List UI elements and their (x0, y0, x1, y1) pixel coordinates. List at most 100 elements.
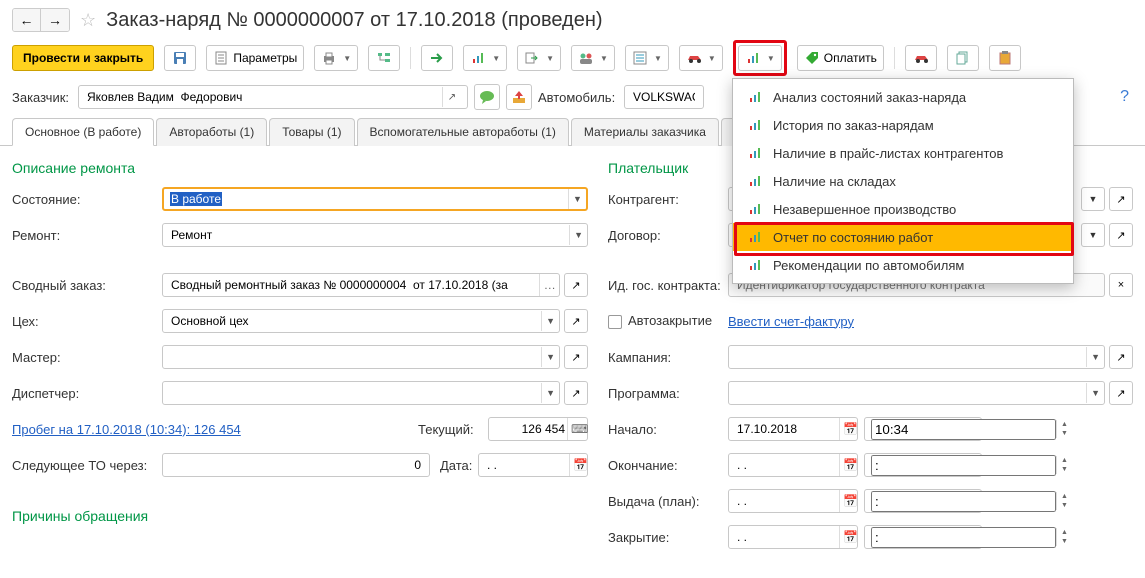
master-field[interactable]: ▼ (162, 345, 560, 369)
chart1-button[interactable]: ▼ (463, 45, 507, 71)
chevron-down-icon[interactable]: ▼ (541, 311, 559, 331)
calendar-icon[interactable]: 📅 (839, 490, 857, 512)
tab-aux[interactable]: Вспомогательные автоработы (1) (357, 118, 569, 146)
autoclose-label: Автозакрытие (628, 313, 712, 328)
close-time-field[interactable]: ▲▼ (864, 525, 982, 549)
open-ext-button[interactable]: ↗ (564, 345, 588, 369)
clear-button[interactable]: × (1109, 273, 1133, 297)
open-ext-button[interactable]: ↗ (1109, 223, 1133, 247)
chevron-down-icon[interactable]: ▼ (569, 225, 587, 245)
end-date-field[interactable]: 📅 (728, 453, 858, 477)
close-date-field[interactable]: 📅 (728, 525, 858, 549)
customer-field[interactable]: ↗ (78, 85, 468, 109)
open-ext-button[interactable]: ↗ (564, 309, 588, 333)
chevron-down-icon[interactable]: ▼ (568, 189, 586, 209)
repair-field[interactable]: ▼ (162, 223, 588, 247)
upload-button[interactable] (506, 84, 532, 110)
tab-main[interactable]: Основное (В работе) (12, 118, 154, 146)
autoclose-checkbox[interactable] (608, 315, 622, 329)
car-field[interactable] (624, 85, 704, 109)
printer-icon (321, 50, 337, 66)
open-icon[interactable]: ↗ (442, 87, 461, 107)
menu-item-5[interactable]: Отчет по состоянию работ (733, 223, 1073, 251)
ellipsis-icon[interactable]: … (539, 274, 559, 296)
reports-button-highlight: ▼ (733, 40, 787, 76)
chevron-down-icon[interactable]: ▼ (1086, 383, 1104, 403)
msg-button[interactable] (474, 84, 500, 110)
program-field[interactable]: ▼ (728, 381, 1105, 405)
end-label: Окончание: (608, 458, 728, 473)
pay-label: Оплатить (824, 51, 877, 65)
doc-send-button[interactable]: ▼ (517, 45, 561, 71)
calendar-icon[interactable]: 📅 (839, 418, 857, 440)
post-and-close-button[interactable]: Провести и закрыть (12, 45, 154, 71)
users-button[interactable]: ▼ (571, 45, 615, 71)
pay-button[interactable]: Оплатить (797, 45, 884, 71)
tab-goods[interactable]: Товары (1) (269, 118, 354, 146)
tab-materials[interactable]: Материалы заказчика (571, 118, 719, 146)
state-field[interactable]: В работе ▼ (162, 187, 588, 211)
open-ext-button[interactable]: ↗ (564, 273, 588, 297)
customer-input[interactable] (85, 89, 442, 105)
next-to-field[interactable] (162, 453, 430, 477)
open-ext-button[interactable]: ↗ (1109, 187, 1133, 211)
arrow-right-button[interactable] (421, 45, 453, 71)
current-field[interactable]: ⌨ (488, 417, 588, 441)
invoice-link[interactable]: Ввести счет-фактуру (728, 314, 854, 329)
calculator-icon[interactable]: ⌨ (567, 418, 587, 440)
spinner-icon[interactable]: ▲▼ (1056, 420, 1072, 438)
favorite-icon[interactable]: ☆ (80, 10, 96, 31)
tab-works[interactable]: Авторaботы (1) (156, 118, 267, 146)
menu-item-0[interactable]: Анализ состояний заказ-наряда (733, 83, 1073, 111)
summary-field[interactable]: … (162, 273, 560, 297)
car-button[interactable]: ▼ (679, 45, 723, 71)
menu-item-1[interactable]: История по заказ-нарядам (733, 111, 1073, 139)
contract-dd[interactable]: ▼ (1081, 223, 1105, 247)
open-ext-button[interactable]: ↗ (1109, 345, 1133, 369)
calendar-icon[interactable]: 📅 (569, 454, 587, 476)
spinner-icon[interactable]: ▲▼ (1056, 456, 1072, 474)
chevron-down-icon[interactable]: ▼ (541, 383, 559, 403)
workshop-field[interactable]: ▼ (162, 309, 560, 333)
campaign-field[interactable]: ▼ (728, 345, 1105, 369)
help-icon[interactable]: ? (1120, 88, 1129, 106)
nav-forward-button[interactable]: → (41, 9, 69, 31)
open-ext-button[interactable]: ↗ (1109, 381, 1133, 405)
menu-item-6[interactable]: Рекомендации по автомобилям (733, 251, 1073, 279)
car2-button[interactable] (905, 45, 937, 71)
state-value: В работе (170, 192, 222, 206)
program-label: Программа: (608, 386, 728, 401)
menu-item-2[interactable]: Наличие в прайс-листах контрагентов (733, 139, 1073, 167)
calendar-icon[interactable]: 📅 (839, 526, 857, 548)
params-button[interactable]: Параметры (206, 45, 304, 71)
car-input[interactable] (631, 89, 697, 105)
tree-button[interactable] (368, 45, 400, 71)
menu-item-3[interactable]: Наличие на складах (733, 167, 1073, 195)
calendar-icon[interactable]: 📅 (839, 454, 857, 476)
end-time-field[interactable]: ▲▼ (864, 453, 982, 477)
open-ext-button[interactable]: ↗ (564, 381, 588, 405)
start-date-field[interactable]: 📅 (728, 417, 858, 441)
reports-dropdown-button[interactable]: ▼ (738, 45, 782, 71)
contragent-dd[interactable]: ▼ (1081, 187, 1105, 211)
clipboard-button[interactable] (989, 45, 1021, 71)
spinner-icon[interactable]: ▲▼ (1056, 528, 1072, 546)
chevron-down-icon[interactable]: ▼ (1086, 347, 1104, 367)
save-button[interactable] (164, 45, 196, 71)
nav-back-button[interactable]: ← (13, 9, 41, 31)
list-icon (632, 50, 648, 66)
plan-time-field[interactable]: ▲▼ (864, 489, 982, 513)
mileage-link[interactable]: Пробег на 17.10.2018 (10:34): 126 454 (12, 422, 418, 437)
dispatcher-field[interactable]: ▼ (162, 381, 560, 405)
autoclose-wrap: Автозакрытие (608, 313, 728, 329)
plan-date-field[interactable]: 📅 (728, 489, 858, 513)
date-field[interactable]: 📅 (478, 453, 588, 477)
copy-button[interactable] (947, 45, 979, 71)
list-button[interactable]: ▼ (625, 45, 669, 71)
params-label: Параметры (233, 51, 297, 65)
chevron-down-icon[interactable]: ▼ (541, 347, 559, 367)
print-button[interactable]: ▼ (314, 45, 358, 71)
start-time-field[interactable]: ▲▼ (864, 417, 982, 441)
menu-item-4[interactable]: Незавершенное производство (733, 195, 1073, 223)
spinner-icon[interactable]: ▲▼ (1056, 492, 1072, 510)
